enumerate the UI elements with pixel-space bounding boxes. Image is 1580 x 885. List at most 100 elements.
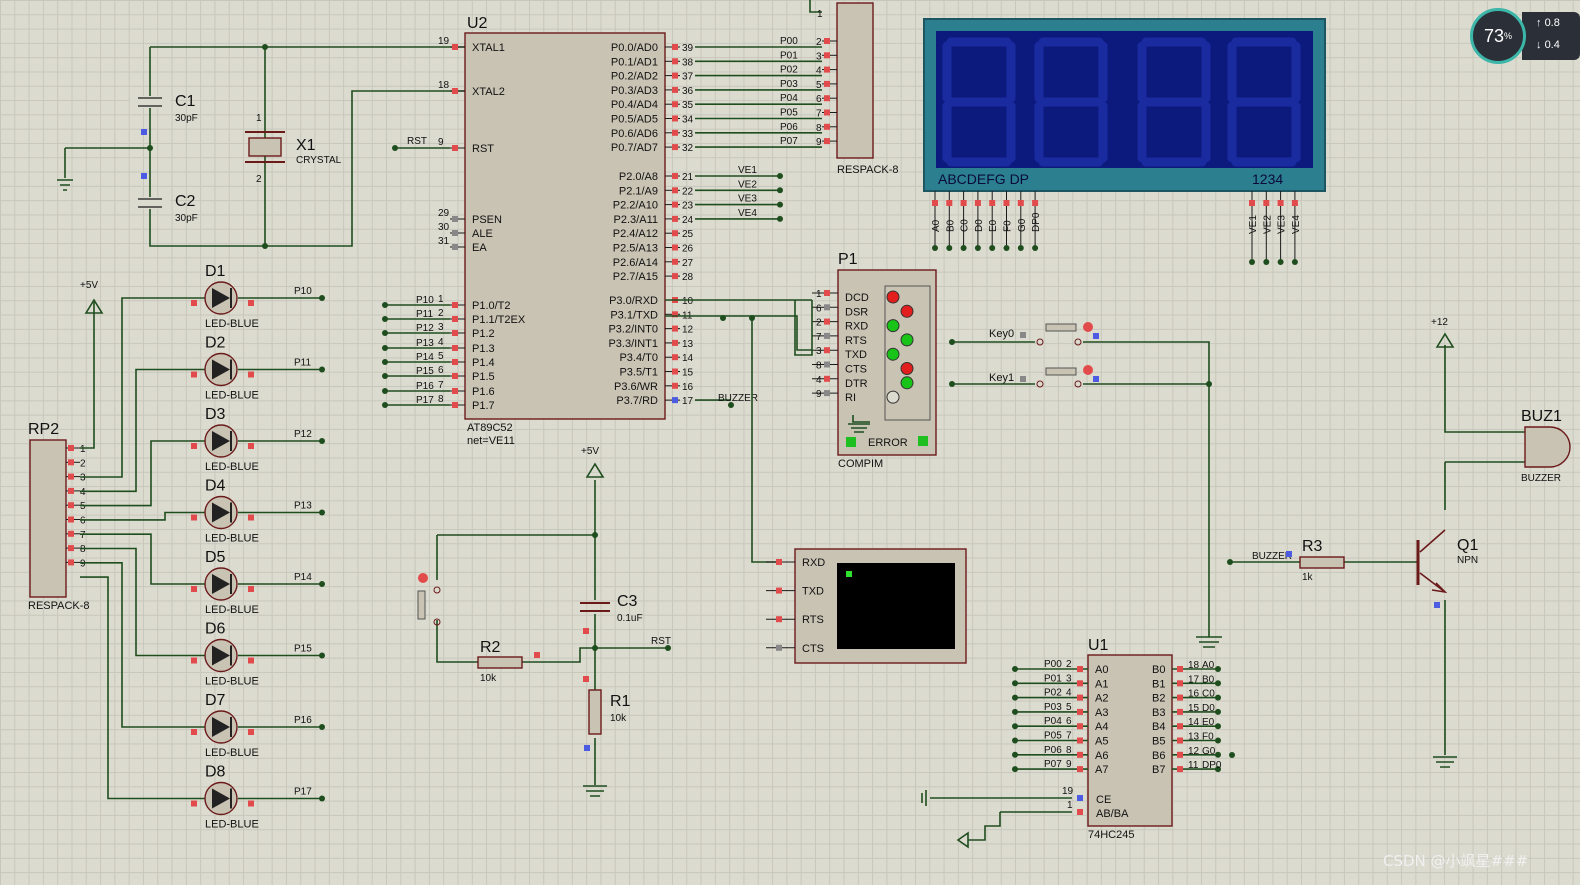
r1-body[interactable] bbox=[588, 689, 602, 735]
u2-pin-name: P0.3/AD3 bbox=[611, 85, 658, 97]
u1-pin-marker bbox=[1177, 680, 1183, 687]
u2-pin-name: P3.2/INT0 bbox=[608, 324, 658, 336]
r2-body[interactable] bbox=[477, 656, 523, 669]
led-diode[interactable] bbox=[204, 638, 238, 673]
buzzer-body[interactable] bbox=[1524, 426, 1571, 468]
r1-ref: R1 bbox=[610, 693, 631, 710]
u1-a-net: P01 bbox=[1044, 673, 1062, 684]
p1-net-label: P14 bbox=[416, 352, 434, 363]
led-diode[interactable] bbox=[204, 781, 238, 816]
u1-b-name: B1 bbox=[1152, 678, 1165, 690]
u2-pin-num: 22 bbox=[682, 186, 694, 197]
junction bbox=[319, 581, 325, 587]
rp1-pin-marker bbox=[824, 95, 830, 102]
led-diode[interactable] bbox=[204, 352, 238, 387]
junction bbox=[777, 173, 783, 179]
reset-button[interactable] bbox=[417, 573, 441, 626]
u2-pin-num: 29 bbox=[438, 208, 450, 219]
led-diode[interactable] bbox=[204, 424, 238, 458]
rp1-pin-marker bbox=[824, 52, 830, 59]
terminal-pin-name: RTS bbox=[802, 614, 824, 626]
x1-pin2: 2 bbox=[256, 174, 262, 185]
led-array: RP2 RESPACK-8 1 2 3 4 5 6 7 8 9 +5V D1 LED-BLUE P1… bbox=[28, 263, 325, 831]
u2-pin-name: PSEN bbox=[472, 214, 502, 226]
digit-labels: 1234 bbox=[1252, 171, 1283, 187]
q1-transistor[interactable] bbox=[1416, 529, 1448, 594]
u1-pin-marker bbox=[1077, 680, 1083, 687]
junction bbox=[777, 215, 783, 222]
led-diode[interactable] bbox=[204, 495, 238, 530]
u1-pin-marker bbox=[1177, 737, 1183, 744]
keys: Key0 Key1 bbox=[949, 322, 1222, 648]
compim-pin-marker bbox=[824, 361, 830, 368]
led-diode[interactable] bbox=[204, 567, 238, 601]
seg-pin-label: E0 bbox=[988, 219, 999, 232]
u2-pin-marker bbox=[452, 359, 458, 365]
u2-pin-num: 7 bbox=[438, 380, 444, 391]
rp2-body[interactable] bbox=[29, 439, 67, 598]
rp1-body[interactable] bbox=[836, 2, 874, 159]
u2-pin-name: P2.5/A13 bbox=[613, 243, 658, 255]
led-ref: D7 bbox=[205, 692, 226, 709]
rp1-pin1: 1 bbox=[817, 9, 823, 20]
p0-net-label: P02 bbox=[780, 65, 798, 76]
u1-a-name: A7 bbox=[1095, 764, 1108, 776]
led-part: LED-BLUE bbox=[205, 747, 259, 759]
junction bbox=[989, 245, 996, 251]
r3-body[interactable] bbox=[1299, 556, 1345, 569]
u1-b-num: 11 bbox=[1188, 760, 1199, 771]
wire bbox=[80, 297, 205, 478]
rp1-pin-num: 9 bbox=[816, 137, 822, 148]
rp2-pin-marker bbox=[68, 502, 74, 509]
u2-pin-marker bbox=[672, 144, 678, 151]
watermark: CSDN @小飒星### bbox=[1383, 852, 1529, 870]
u1-b-net: B0 bbox=[1202, 674, 1215, 685]
u2-pin-num: 34 bbox=[682, 115, 694, 126]
u1-b-num: 13 bbox=[1188, 732, 1200, 743]
seg-pin-marker bbox=[1003, 200, 1010, 206]
u2-pin-num: 10 bbox=[682, 296, 694, 307]
junction bbox=[382, 302, 388, 308]
u1-b-name: B3 bbox=[1152, 707, 1165, 719]
u2-pin-marker bbox=[452, 216, 458, 222]
junction bbox=[960, 245, 967, 251]
u1-b-net: DP0 bbox=[1202, 760, 1222, 771]
u1-a-num: 6 bbox=[1066, 716, 1072, 727]
u1-a-net: P00 bbox=[1044, 659, 1062, 670]
u1-a-num: 4 bbox=[1066, 688, 1072, 699]
u2-pin-name: P2.6/A14 bbox=[613, 257, 658, 269]
u2-pin-marker bbox=[452, 316, 458, 322]
u2-pin-marker bbox=[672, 58, 678, 65]
p1-net-label: P11 bbox=[416, 309, 433, 320]
terminal-pin-marker bbox=[776, 616, 782, 623]
u2-mcu: U2 AT89C52 net=VE11 19XTAL118XTAL29RST29… bbox=[382, 15, 822, 447]
u2-pin-name: P1.5 bbox=[472, 371, 495, 383]
crystal-body[interactable] bbox=[248, 137, 282, 157]
u2-pin-marker bbox=[672, 368, 678, 375]
perf-overlay[interactable]: ↑ 0.8 ↓ 0.4 73% bbox=[1470, 8, 1580, 64]
compim-pin-marker bbox=[824, 290, 830, 296]
rp2-ref: RP2 bbox=[28, 421, 59, 438]
terminal-pin-name: RXD bbox=[802, 557, 825, 569]
led-diode[interactable] bbox=[204, 710, 238, 744]
u1-dir-label: AB/BA bbox=[1096, 808, 1129, 820]
cpu-value: 73 bbox=[1483, 25, 1504, 46]
compim-pin-num: 8 bbox=[816, 361, 822, 372]
u2-pin-marker bbox=[452, 345, 458, 351]
buzzer-circuit: +12 BUZ1 BUZZER BUZZER R3 1k Q1 NPN bbox=[1227, 317, 1571, 768]
u2-pin-name: P0.6/AD6 bbox=[611, 128, 658, 140]
led-ref: D4 bbox=[205, 478, 226, 495]
u2-pin-name: XTAL1 bbox=[472, 42, 505, 54]
u1-b-net: A0 bbox=[1202, 660, 1215, 671]
compim-pin-marker bbox=[824, 304, 830, 311]
rp2-pin-marker bbox=[68, 473, 74, 480]
u2-pin-marker bbox=[452, 402, 458, 408]
u2-pin-marker bbox=[672, 173, 678, 179]
schematic-canvas[interactable]: C1 30pF C2 30pF 1 2 X1 CRYSTAL U2 AT89C5… bbox=[0, 0, 1580, 885]
junction bbox=[1215, 751, 1221, 758]
u2-pin-num: 33 bbox=[682, 129, 694, 140]
led-diode[interactable] bbox=[204, 281, 238, 315]
led-part: LED-BLUE bbox=[205, 676, 259, 688]
digit-pin-label: VE3 bbox=[1277, 215, 1288, 234]
junction bbox=[1003, 245, 1010, 251]
